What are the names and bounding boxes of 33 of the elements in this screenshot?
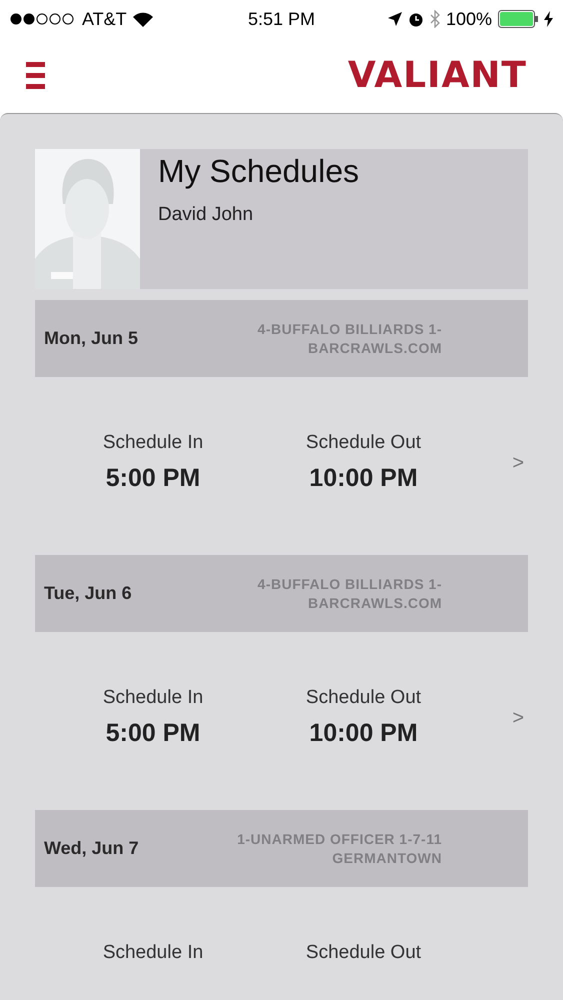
schedule-out-label: Schedule Out	[306, 687, 422, 709]
carrier-name: AT&T	[82, 8, 127, 30]
employee-name: David John	[158, 204, 254, 226]
schedule-date: Tue, Jun 6	[44, 583, 132, 604]
battery-percent: 100%	[446, 8, 492, 30]
site-name: 4-BUFFALO BILLIARDS 1- BARCRAWLS.COM	[258, 574, 442, 612]
site-name: 4-BUFFALO BILLIARDS 1- BARCRAWLS.COM	[258, 320, 442, 358]
details-chevron[interactable]: >	[512, 707, 524, 730]
signal-icon	[10, 13, 76, 25]
schedule-in-label: Schedule In	[102, 942, 204, 964]
avatar-icon	[35, 149, 140, 289]
charging-bolt-icon	[544, 11, 553, 27]
schedule-in-label: Schedule In	[102, 432, 204, 454]
bluetooth-icon	[430, 10, 440, 28]
brand-logo: VALIANT	[348, 55, 527, 96]
page-title: My Schedules	[158, 153, 359, 190]
menu-icon[interactable]	[26, 62, 45, 89]
schedule-out-label: Schedule Out	[306, 432, 422, 454]
schedule-out-label: Schedule Out	[306, 942, 422, 964]
alarm-clock-icon	[408, 11, 424, 27]
clock-time: 5:51 PM	[248, 8, 316, 28]
schedule-out-time: 10:00 PM	[309, 464, 418, 493]
schedule-in-label: Schedule In	[102, 687, 204, 709]
schedule-in-time: 5:00 PM	[106, 464, 200, 493]
schedule-in-time: 5:00 PM	[106, 719, 200, 748]
schedule-date: Mon, Jun 5	[44, 328, 138, 349]
details-chevron[interactable]: >	[512, 452, 524, 475]
location-arrow-icon	[388, 12, 402, 26]
wifi-icon	[132, 12, 153, 26]
site-name: 1-UNARMED OFFICER 1-7-11 GERMANTOWN	[237, 830, 442, 868]
schedule-out-time: 10:00 PM	[309, 719, 418, 748]
battery-icon	[498, 10, 538, 28]
schedule-date: Wed, Jun 7	[44, 838, 139, 859]
